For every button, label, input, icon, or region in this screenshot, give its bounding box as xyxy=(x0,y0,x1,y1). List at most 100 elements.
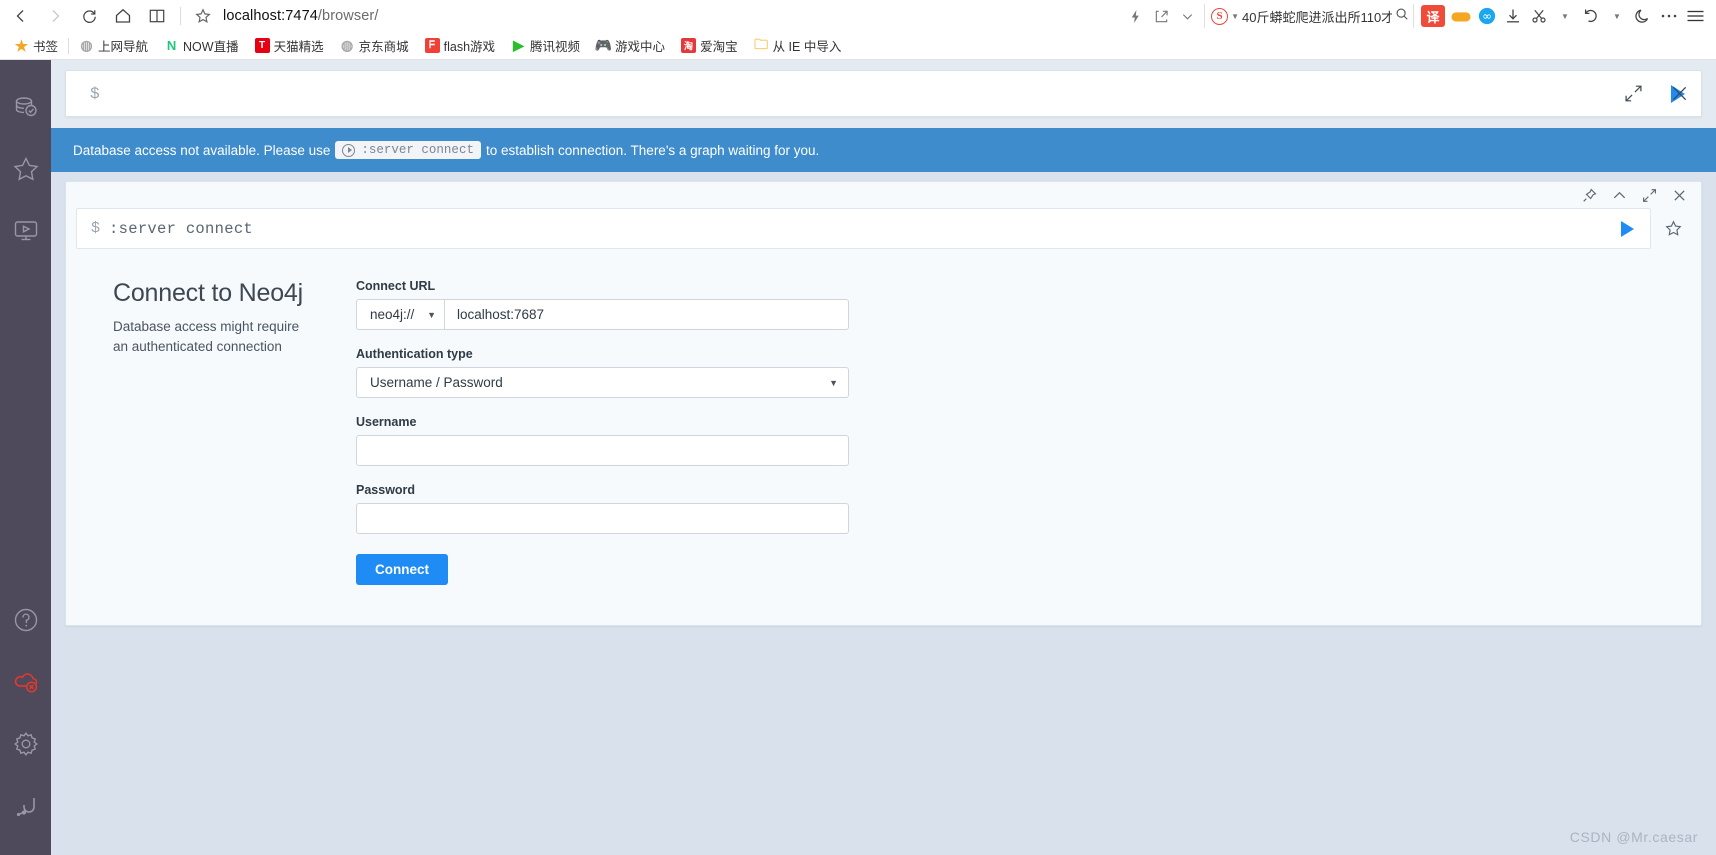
home-button[interactable] xyxy=(106,1,140,31)
sidebar-item-neo4j-logo[interactable] xyxy=(0,775,51,837)
forward-button[interactable] xyxy=(38,1,72,31)
password-input[interactable] xyxy=(356,503,849,534)
frame-run-button[interactable] xyxy=(1604,209,1650,248)
search-icon[interactable] xyxy=(1395,7,1409,26)
url-path: /browser/ xyxy=(317,8,379,24)
auth-type-label: Authentication type xyxy=(356,347,473,361)
share-icon[interactable] xyxy=(1148,1,1174,31)
bookmark-item-0[interactable]: ★ 书签 xyxy=(6,34,66,58)
bookmark-item-2[interactable]: N NOW直播 xyxy=(156,34,247,58)
search-engine-caret-icon[interactable]: ▼ xyxy=(1231,12,1239,21)
scissors-icon[interactable] xyxy=(1526,1,1552,31)
bookmark-label: 从 IE 中导入 xyxy=(772,40,842,54)
server-connect-command-pill[interactable]: :server connect xyxy=(335,141,481,159)
infinity-icon[interactable]: ∞ xyxy=(1474,1,1500,31)
chevron-down-icon: ▼ xyxy=(427,309,436,320)
connect-form: Connect URL neo4j:// ▼ localhost:7687 Au… xyxy=(356,279,849,585)
reading-mode-button[interactable] xyxy=(140,1,174,31)
bookmark-label: flash游戏 xyxy=(443,40,496,54)
back-button[interactable] xyxy=(4,1,38,31)
bookmark-item-9[interactable]: 🗀 从 IE 中导入 xyxy=(746,34,850,58)
bookmark-item-1[interactable]: ◍ 上网导航 xyxy=(71,34,156,58)
password-group: Password xyxy=(356,483,849,534)
auth-type-group: Authentication type Username / Password … xyxy=(356,347,849,398)
bookmark-item-7[interactable]: 🎮 游戏中心 xyxy=(588,34,673,58)
cypher-editor-bar[interactable]: $ xyxy=(65,70,1702,117)
now-icon: N xyxy=(164,38,180,53)
scheme-select[interactable]: neo4j:// ▼ xyxy=(356,299,444,330)
folder-icon: 🗀 xyxy=(754,35,769,52)
frame-command-input[interactable]: $ :server connect xyxy=(76,208,1651,249)
auth-type-select[interactable]: Username / Password ▼ xyxy=(356,367,849,398)
moon-icon[interactable] xyxy=(1630,1,1656,31)
search-query-text[interactable]: 40斤蟒蛇爬进派出所110才 xyxy=(1242,7,1392,26)
bookmark-item-3[interactable]: T 天猫精选 xyxy=(247,34,332,58)
gamepad-icon[interactable] xyxy=(1448,1,1474,31)
chevron-down-icon: ▼ xyxy=(829,377,838,388)
sidebar-item-favorites[interactable] xyxy=(0,138,51,200)
bookmark-label: 爱淘宝 xyxy=(700,40,738,54)
sidebar-item-help[interactable] xyxy=(0,589,51,651)
chevron-down-icon[interactable] xyxy=(1174,1,1200,31)
url-host: localhost:7474 xyxy=(223,8,318,24)
frame-command-row: $ :server connect xyxy=(66,208,1701,249)
editor-expand-button[interactable] xyxy=(1610,71,1656,116)
undo-icon[interactable] xyxy=(1578,1,1604,31)
undo-caret-icon[interactable]: ▼ xyxy=(1604,1,1630,31)
toolbar-divider xyxy=(180,7,181,25)
username-input[interactable] xyxy=(356,435,849,466)
more-icon[interactable] xyxy=(1656,1,1682,31)
tmall-icon: T xyxy=(254,38,270,53)
address-bar[interactable]: localhost:7474/browser/ xyxy=(219,8,378,24)
page-content: $ Database access not available. Please … xyxy=(0,60,1716,855)
reload-button[interactable] xyxy=(72,1,106,31)
frame-header xyxy=(66,182,1701,208)
frame-favorite-icon[interactable] xyxy=(1651,208,1695,249)
scheme-value: neo4j:// xyxy=(370,307,415,322)
sidebar-item-settings[interactable] xyxy=(0,713,51,775)
bookmark-item-6[interactable]: ▶ 腾讯视频 xyxy=(503,34,588,58)
banner-text-after: to establish connection. There's a graph… xyxy=(485,142,820,158)
sidebar-item-guides[interactable] xyxy=(0,200,51,262)
connect-form-body: Connect to Neo4j Database access might r… xyxy=(66,249,1701,625)
database-warning-banner: Database access not available. Please us… xyxy=(51,128,1716,172)
server-connect-frame: $ :server connect Connect to Neo4j Datab… xyxy=(65,181,1702,626)
toolbar-search-box[interactable]: S ▼ 40斤蟒蛇爬进派出所110才 xyxy=(1204,4,1414,28)
bookmark-label: 上网导航 xyxy=(98,40,149,54)
search-engine-icon[interactable]: S xyxy=(1211,7,1229,25)
flash-icon: ᖴ xyxy=(424,38,440,53)
menu-icon[interactable] xyxy=(1682,1,1708,31)
sidebar-item-database[interactable] xyxy=(0,76,51,138)
bookmark-label: NOW直播 xyxy=(183,40,239,54)
bookmark-item-4[interactable]: ◍ 京东商城 xyxy=(332,34,417,58)
bookmark-label: 天猫精选 xyxy=(273,40,324,54)
connect-url-label: Connect URL xyxy=(356,279,436,293)
editor-close-button[interactable] xyxy=(1656,71,1702,116)
connect-button[interactable]: Connect xyxy=(356,554,448,585)
globe-icon: ◍ xyxy=(341,37,354,53)
close-icon[interactable] xyxy=(1665,183,1693,207)
username-group: Username xyxy=(356,415,849,466)
watermark: CSDN @Mr.caesar xyxy=(1569,829,1698,845)
bookmark-label: 京东商城 xyxy=(358,40,409,54)
expand-icon[interactable] xyxy=(1635,183,1663,207)
editor-region: $ xyxy=(51,60,1716,128)
sidebar-item-connection-status[interactable] xyxy=(0,651,51,713)
bookmarks-divider xyxy=(68,37,70,54)
neo4j-main: $ Database access not available. Please … xyxy=(51,60,1716,855)
connect-intro: Connect to Neo4j Database access might r… xyxy=(66,279,356,585)
globe-icon: ◍ xyxy=(80,37,93,53)
pin-icon[interactable] xyxy=(1575,183,1603,207)
lightning-icon[interactable] xyxy=(1122,1,1148,31)
connect-url-group: Connect URL neo4j:// ▼ localhost:7687 xyxy=(356,279,849,330)
bookmark-item-8[interactable]: 淘 爱淘宝 xyxy=(673,34,746,58)
page-title: Connect to Neo4j xyxy=(113,279,303,307)
scissors-caret-icon[interactable]: ▼ xyxy=(1552,1,1578,31)
translate-icon[interactable]: 译 xyxy=(1418,1,1448,31)
bookmark-star-icon[interactable] xyxy=(187,1,219,31)
host-input[interactable]: localhost:7687 xyxy=(444,299,849,330)
download-icon[interactable] xyxy=(1500,1,1526,31)
collapse-icon[interactable] xyxy=(1605,183,1633,207)
star-icon: ★ xyxy=(14,37,29,55)
bookmark-item-5[interactable]: ᖴ flash游戏 xyxy=(417,34,503,58)
